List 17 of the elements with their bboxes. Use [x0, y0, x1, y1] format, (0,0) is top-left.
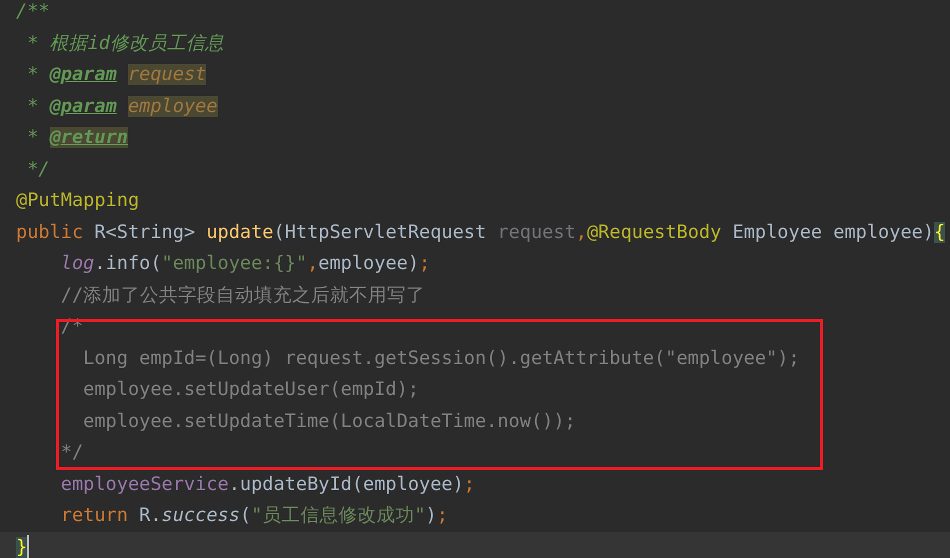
- code-line: * @param request: [26, 63, 208, 87]
- code-line: */: [60, 441, 84, 465]
- code-line: * @return: [26, 126, 129, 150]
- code-line: employeeService.updateById(employee);: [60, 472, 476, 496]
- code-line: log.info("employee:{}",employee);: [60, 252, 432, 276]
- code-line: @PutMapping: [15, 189, 140, 213]
- code-line: */: [26, 158, 51, 182]
- code-line: * @param employee: [26, 94, 219, 118]
- code-line: Long empId=(Long) request.getSession().getAttribute("employee");: [82, 346, 801, 370]
- code-line: public R<String> update(HttpServletRequest request,@RequestBody Employee employee){: [15, 220, 946, 244]
- code-line: //添加了公共字段自动填充之后就不用写了: [60, 284, 426, 308]
- code-line: employee.setUpdateTime(LocalDateTime.now());: [82, 410, 577, 434]
- code-line: /**: [15, 0, 51, 24]
- code-line: * 根据id修改员工信息: [26, 32, 225, 56]
- code-line: employee.setUpdateUser(empId);: [82, 378, 420, 402]
- code-line: return R.success("员工信息修改成功");: [60, 504, 449, 528]
- text-cursor: [27, 535, 30, 558]
